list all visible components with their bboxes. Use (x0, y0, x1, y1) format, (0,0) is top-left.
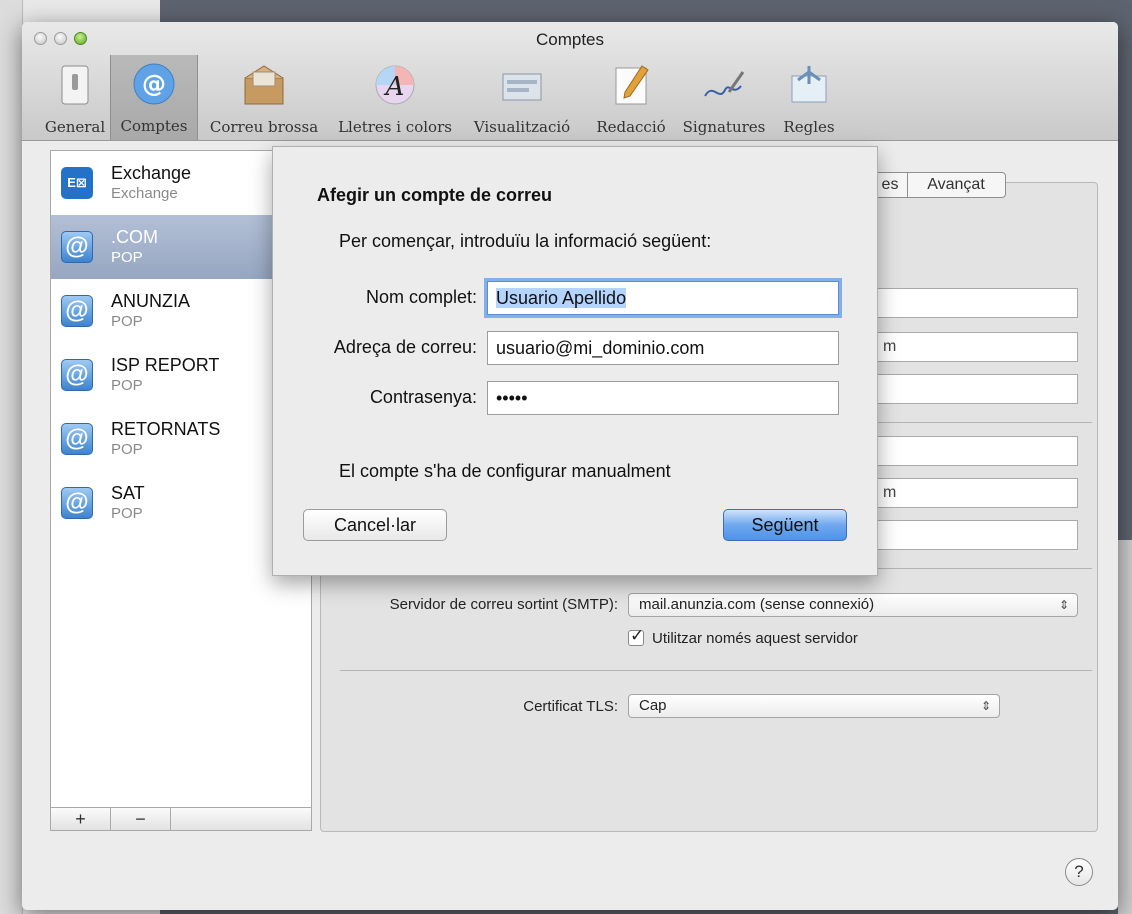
password-input[interactable]: ••••• (487, 381, 839, 415)
at-sign-icon: @ (61, 487, 93, 519)
svg-text:A: A (384, 72, 405, 102)
tls-certificate-label: Certificat TLS: (523, 698, 618, 715)
email-field-partial: m (883, 338, 897, 355)
toolbar-composing[interactable]: Redacció (590, 56, 672, 140)
signature-icon (704, 71, 745, 97)
toolbar-viewing[interactable]: Visualització (460, 56, 584, 140)
email-address-input[interactable]: usuario@mi_dominio.com (487, 331, 839, 365)
toolbar-label: Correu brossa (209, 118, 319, 136)
full-name-label: Nom complet: (365, 287, 477, 307)
account-type: POP (111, 249, 143, 266)
sheet-title: Afegir un compte de correu (317, 185, 553, 205)
tls-certificate-select[interactable]: Cap ⇕ (628, 694, 1000, 718)
checkmark-icon: ✓ (630, 626, 645, 645)
at-sign-icon: @ (61, 231, 93, 263)
add-account-button[interactable]: + (51, 808, 111, 830)
updown-arrows-icon: ⇕ (1058, 598, 1069, 612)
account-name: .COM (111, 227, 158, 247)
password-value: ••••• (496, 388, 528, 408)
sheet-subtitle: Per començar, introduïu la informació se… (339, 231, 712, 251)
email-address-value: usuario@mi_dominio.com (496, 338, 705, 358)
account-type: POP (111, 377, 143, 394)
toolbar-junk-mail[interactable]: Correu brossa (200, 56, 328, 140)
account-type: POP (111, 313, 143, 330)
cancel-button[interactable]: Cancel·lar (303, 509, 447, 541)
add-account-sheet: Afegir un compte de correu Per començar,… (272, 146, 878, 576)
smtp-server-value: mail.anunzia.com (sense connexió) (639, 596, 875, 613)
toolbar-label: Comptes (120, 117, 188, 135)
smtp-server-select[interactable]: mail.anunzia.com (sense connexió) ⇕ (628, 593, 1078, 617)
background-app-strip (0, 0, 23, 914)
tab-advanced[interactable]: Avançat (907, 173, 1005, 197)
fonts-colors-icon: A (375, 65, 415, 105)
toolbar-fonts-colors[interactable]: A Lletres i colors (332, 56, 458, 140)
toolbar-label: General (44, 118, 106, 136)
username-field-partial: m (883, 484, 897, 501)
plus-icon: + (75, 809, 86, 829)
smtp-label: Servidor de correu sortint (SMTP): (389, 596, 618, 613)
toolbar-accounts[interactable]: @ Comptes (110, 55, 198, 140)
minus-icon: − (135, 809, 146, 829)
help-icon: ? (1074, 862, 1084, 881)
at-sign-icon: @ (133, 63, 175, 105)
updown-arrows-icon: ⇕ (980, 699, 991, 713)
tab-behaviour-partial-label: es (881, 176, 899, 193)
password-label: Contrasenya: (369, 387, 477, 407)
viewing-icon (502, 73, 542, 101)
account-name: ANUNZIA (111, 291, 191, 311)
account-type: POP (111, 505, 143, 522)
composing-icon (615, 65, 649, 105)
toolbar-label: Signatures (682, 118, 766, 136)
toolbar-signatures[interactable]: Signatures (676, 56, 772, 140)
account-name: ISP REPORT (111, 355, 220, 375)
account-type: POP (111, 441, 143, 458)
account-name: SAT (111, 483, 145, 503)
toolbar-label: Visualització (473, 118, 571, 136)
smtp-only-label: Utilitzar només aquest servidor (652, 630, 858, 647)
section-divider (340, 670, 1092, 671)
smtp-only-checkbox[interactable]: ✓ (628, 626, 644, 646)
tab-advanced-label: Avançat (927, 176, 985, 193)
email-address-label: Adreça de correu: (333, 337, 477, 357)
full-name-input[interactable]: Usuario Apellido (487, 281, 839, 315)
accounts-preferences-window: Comptes General @ Comptes Correu brossa (22, 22, 1118, 910)
account-name: Exchange (111, 163, 192, 183)
switch-icon (61, 65, 89, 105)
background-app-right-edge (1118, 540, 1132, 914)
manual-setup-note: El compte s'ha de configurar manualment (339, 461, 671, 481)
at-sign-icon: @ (61, 423, 93, 455)
accounts-list-toolbar: + − (50, 807, 312, 831)
rules-icon (791, 66, 827, 103)
toolbar-general[interactable]: General (40, 56, 110, 140)
junk-mail-icon (244, 65, 284, 105)
at-sign-icon: @ (61, 359, 93, 391)
toolbar-label: Redacció (596, 118, 666, 136)
window-title: Comptes (535, 30, 605, 49)
remove-account-button[interactable]: − (111, 808, 171, 830)
account-name: RETORNATS (111, 419, 221, 439)
title-bar: Comptes General @ Comptes Correu brossa (22, 22, 1118, 141)
help-button[interactable]: ? (1065, 858, 1093, 886)
tls-certificate-value: Cap (639, 697, 667, 714)
full-name-value: Usuario Apellido (496, 288, 627, 308)
at-sign-icon: @ (61, 295, 93, 327)
toolbar-label: Regles (783, 118, 835, 136)
toolbar-rules[interactable]: Regles (774, 56, 844, 140)
exchange-icon: E⊠ (61, 167, 93, 199)
next-button[interactable]: Següent (723, 509, 847, 541)
svg-text:@: @ (142, 70, 166, 98)
toolbar-label: Lletres i colors (338, 118, 452, 136)
tab-behaviour[interactable]: es (873, 173, 908, 197)
account-type: Exchange (111, 185, 178, 202)
